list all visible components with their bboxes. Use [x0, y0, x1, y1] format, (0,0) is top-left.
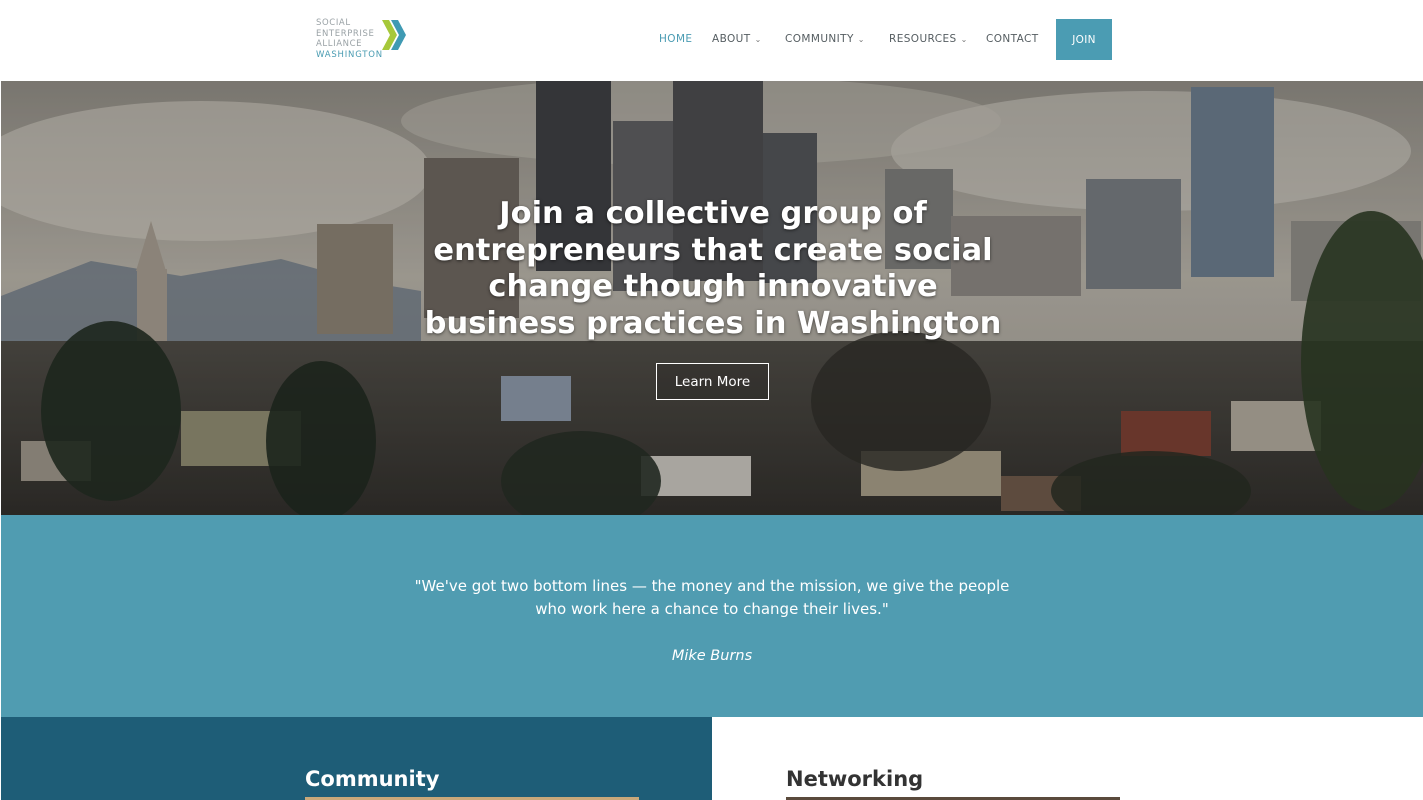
main-nav: HOME ABOUT ⌄ COMMUNITY ⌄ RESOURCES ⌄ CONTAC… [0, 33, 1423, 47]
join-button[interactable]: JOIN [1056, 19, 1112, 60]
nav-contact[interactable]: CONTACT [986, 33, 1039, 45]
chevron-down-icon: ⌄ [960, 35, 968, 44]
chevron-down-icon: ⌄ [857, 35, 865, 44]
logo-line-1: SOCIAL [316, 18, 351, 28]
community-heading: Community [305, 767, 440, 791]
logo-line-4: WASHINGTON [316, 49, 383, 60]
nav-resources[interactable]: RESOURCES ⌄ [889, 33, 968, 45]
learn-more-button[interactable]: Learn More [656, 363, 769, 400]
nav-community-label: COMMUNITY [785, 33, 854, 45]
site-header: SOCIAL ENTERPRISE ALLIANCE WASHINGTON HO… [0, 0, 1423, 81]
nav-home-label: HOME [659, 33, 693, 45]
hero-banner: Join a collective group of entrepreneurs… [1, 81, 1423, 515]
nav-home[interactable]: HOME [659, 33, 692, 45]
testimonial-quote: "We've got two bottom lines — the money … [414, 577, 1010, 618]
nav-resources-label: RESOURCES [889, 33, 957, 45]
community-section: Community [1, 717, 712, 800]
networking-heading: Networking [786, 767, 924, 791]
testimonial-section: "We've got two bottom lines — the money … [1, 515, 1423, 717]
nav-contact-label: CONTACT [986, 33, 1039, 45]
chevron-down-icon: ⌄ [754, 35, 762, 44]
hero-title: Join a collective group of entrepreneurs… [424, 196, 1002, 341]
nav-about[interactable]: ABOUT ⌄ [712, 33, 762, 45]
networking-section: Networking [712, 717, 1423, 800]
nav-about-label: ABOUT [712, 33, 751, 45]
testimonial-author: Mike Burns [671, 648, 753, 664]
nav-community[interactable]: COMMUNITY ⌄ [785, 33, 865, 45]
